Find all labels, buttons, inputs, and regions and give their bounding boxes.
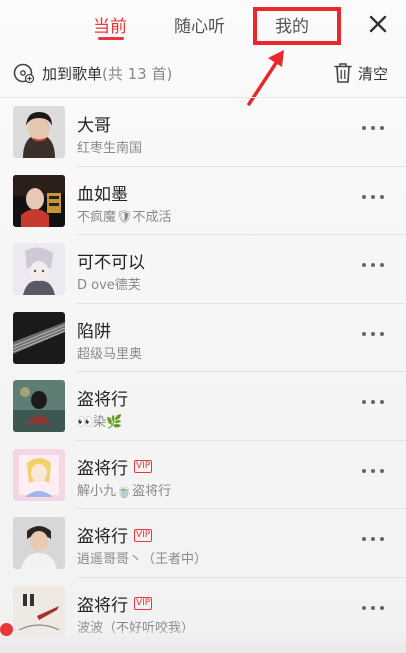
song-row[interactable]: 陷阱 超级马里奥: [0, 304, 406, 373]
song-title: 盗将行 VIP: [77, 595, 153, 616]
more-options-icon[interactable]: [362, 605, 384, 612]
album-cover: [13, 106, 65, 158]
song-title: 盗将行 VIP: [77, 527, 153, 547]
song-row[interactable]: 血如墨 不疯魔🛡不成活: [0, 167, 406, 236]
tab-current[interactable]: 当前: [93, 12, 127, 37]
song-title: 盗将行 VIP: [77, 458, 153, 479]
song-row[interactable]: 盗将行 👀染🌿: [0, 372, 406, 441]
song-artist: 红枣生南国: [77, 141, 143, 156]
vip-badge: VIP: [134, 528, 153, 542]
song-row[interactable]: 可不可以 D ove德芙: [0, 235, 406, 304]
more-options-icon[interactable]: [362, 194, 384, 201]
song-title: 血如墨: [77, 184, 128, 205]
album-cover: [13, 380, 65, 432]
playlist-action-row: 加到歌单(共 13 首) 清空: [0, 58, 406, 88]
active-tab-indicator: [98, 37, 124, 40]
bottom-fade: [0, 630, 406, 653]
song-artist: D ove德芙: [77, 278, 141, 293]
vip-badge: VIP: [134, 460, 153, 473]
song-list: 大哥 红枣生南国 血如墨 不疯魔🛡不成活 可不可以 D ove德芙 陷阱 超级马…: [0, 98, 406, 646]
more-options-icon[interactable]: [362, 126, 384, 132]
close-icon[interactable]: [362, 8, 394, 40]
album-cover: [13, 448, 65, 501]
more-options-icon[interactable]: [362, 263, 384, 269]
song-title: 大哥: [77, 116, 111, 136]
album-cover: [13, 311, 65, 364]
album-cover: [13, 174, 65, 227]
song-row[interactable]: 盗将行 VIP 逍遥哥哥丶（王者中）: [0, 509, 406, 578]
song-count-label: (共 13 首): [102, 65, 173, 83]
song-artist: 超级马里奥: [77, 346, 143, 362]
add-to-playlist-label: 加到歌单: [42, 65, 103, 83]
song-artist: 👀染🌿: [77, 415, 123, 430]
album-cover: [13, 243, 65, 295]
more-options-icon[interactable]: [362, 537, 384, 543]
trash-icon[interactable]: [333, 62, 353, 84]
clear-button[interactable]: 清空: [358, 63, 388, 84]
song-artist: 解小九🍵盗将行: [77, 483, 172, 499]
song-row[interactable]: 大哥 红枣生南国: [0, 98, 406, 167]
more-options-icon[interactable]: [362, 400, 384, 406]
song-artist: 不疯魔🛡不成活: [77, 209, 172, 225]
vip-badge: VIP: [134, 597, 153, 610]
album-cover: [13, 517, 65, 569]
more-options-icon[interactable]: [362, 331, 384, 338]
add-to-playlist-button[interactable]: 加到歌单(共 13 首): [42, 63, 172, 84]
tab-random-listen[interactable]: 随心听: [174, 12, 225, 37]
more-options-icon[interactable]: [362, 468, 384, 475]
annotation-highlight-box: [253, 7, 341, 45]
top-tab-bar: 当前 随心听 我的: [0, 0, 406, 106]
progress-playhead[interactable]: [0, 623, 13, 636]
song-title: 盗将行: [77, 390, 128, 410]
song-title: 可不可以: [77, 253, 145, 273]
song-title: 陷阱: [77, 321, 111, 342]
add-to-playlist-icon[interactable]: [12, 62, 34, 84]
song-row[interactable]: 盗将行 VIP 解小九🍵盗将行: [0, 441, 406, 510]
song-artist: 逍遥哥哥丶（王者中）: [77, 552, 208, 567]
